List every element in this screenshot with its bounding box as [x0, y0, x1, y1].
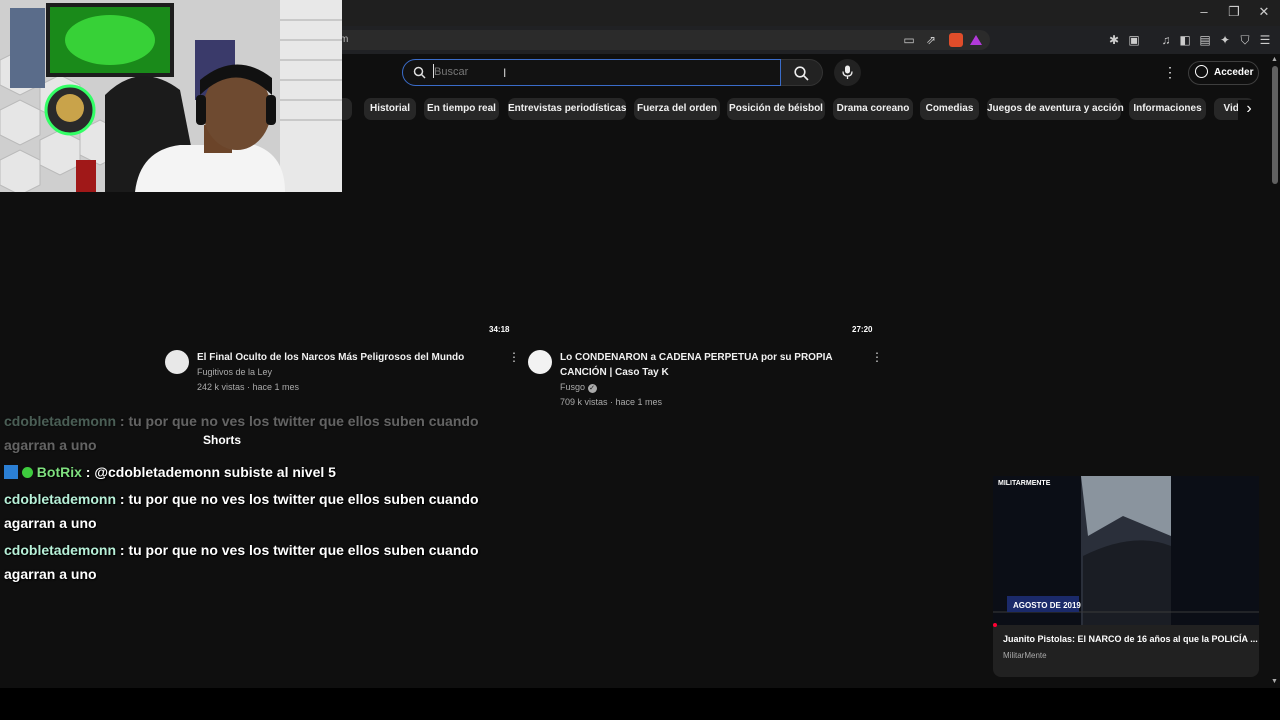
video-title[interactable]: El Final Oculto de los Narcos Más Peligr… — [197, 350, 464, 365]
brave-shield-icon[interactable] — [949, 33, 963, 47]
search-button[interactable] — [781, 59, 823, 86]
video-channel[interactable]: Fugitivos de la Ley — [197, 365, 272, 380]
video-channel[interactable]: Fusgo ✓ — [560, 380, 597, 395]
video-meta: 709 k vistas · hace 1 mes — [560, 397, 663, 407]
video-meta: 242 k vistas · hace 1 mes — [197, 382, 300, 392]
chip-posicion-beisbol[interactable]: Posición de béisbol — [727, 98, 825, 120]
miniplayer-title[interactable]: Juanito Pistolas: El NARCO de 16 años al… — [1003, 634, 1258, 644]
chat-text: : tu por que no ves los twitter que ello… — [116, 542, 479, 558]
chat-username: cdobletademonn — [4, 491, 117, 507]
miniplayer-video[interactable]: MILITARMENTE AGOSTO DE 2019 — [993, 476, 1259, 627]
miniplayer-caption: AGOSTO DE 2019 — [1013, 601, 1081, 610]
chat-username: BotRix — [36, 464, 82, 480]
wallet-icon[interactable]: ▤ — [1197, 32, 1213, 48]
bottom-letterbox — [0, 688, 1280, 720]
chip-juegos-aventura[interactable]: Juegos de aventura y acción — [987, 98, 1124, 120]
chat-text-line2: agarran a uno — [4, 515, 97, 531]
ibeam-cursor-icon: I — [503, 66, 507, 80]
video-duration: 27:20 — [849, 324, 876, 335]
search-button-icon — [794, 66, 809, 81]
chip-entrevistas[interactable]: Entrevistas periodísticas — [508, 98, 626, 120]
channel-name: Fusgo — [560, 382, 586, 392]
cast-icon[interactable]: ▭ — [901, 32, 917, 48]
sign-in-button[interactable]: Acceder — [1188, 61, 1259, 85]
miniplayer-channel[interactable]: MilitarMente — [1003, 651, 1047, 660]
scrollbar-thumb[interactable] — [1272, 66, 1278, 184]
video-duration: 34:18 — [486, 324, 513, 335]
video-title[interactable]: Lo CONDENARON a CADENA PERPETUA por su P… — [560, 350, 833, 365]
verified-icon: ✓ — [587, 384, 597, 393]
chat-text: : tu por que no ves los twitter que ello… — [116, 413, 479, 429]
chip-comedias[interactable]: Comedias — [920, 98, 979, 120]
miniplayer-brand: MILITARMENTE — [998, 480, 1051, 487]
sign-in-label: Acceder — [1214, 67, 1254, 78]
video-title-line2[interactable]: CANCIÓN | Caso Tay K — [560, 365, 669, 380]
chat-text: : @cdobletademonn subiste al nivel 5 — [81, 464, 336, 480]
settings-kebab-icon[interactable]: ⋮ — [1163, 64, 1177, 81]
chip-drama-coreano[interactable]: Drama coreano — [833, 98, 913, 120]
vpn-icon[interactable]: ⛉ — [1237, 32, 1253, 48]
chat-text-line2: agarran a uno — [4, 566, 97, 582]
chat-text: : tu por que no ves los twitter que ello… — [116, 491, 479, 507]
search-icon — [413, 66, 426, 79]
scroll-up-icon[interactable]: ▲ — [1271, 56, 1278, 63]
chat-message: cdobletademonn : tu por que no ves los t… — [4, 487, 524, 535]
chip-historial[interactable]: Historial — [364, 98, 416, 120]
verified-badge-icon — [21, 467, 33, 478]
chip-fuerza-del-orden[interactable]: Fuerza del orden — [634, 98, 720, 120]
progress-dot-icon[interactable] — [993, 623, 997, 627]
music-icon[interactable]: ♫ — [1158, 32, 1174, 48]
restore-button[interactable]: ❐ — [1226, 4, 1242, 20]
share-icon[interactable]: ⇗ — [923, 32, 939, 48]
video-options-icon[interactable]: ⋮ — [871, 350, 883, 364]
chat-message: BotRix : @cdobletademonn subiste al nive… — [4, 460, 524, 484]
search-placeholder: Buscar — [434, 66, 469, 78]
chip-en-tiempo-real[interactable]: En tiempo real — [424, 98, 499, 120]
chat-username: cdobletademonn — [4, 413, 117, 429]
sidebar-icon[interactable]: ◧ — [1177, 32, 1193, 48]
close-button[interactable]: ✕ — [1256, 4, 1272, 20]
leo-ai-icon[interactable]: ✦ — [1217, 32, 1233, 48]
bot-badge-icon — [4, 465, 18, 479]
chat-message: cdobletademonn : tu por que no ves los t… — [4, 538, 524, 586]
address-bar[interactable]: m — [300, 30, 990, 50]
channel-avatar[interactable] — [165, 350, 189, 374]
minimize-button[interactable]: – — [1196, 4, 1212, 19]
chat-text-line2: agarran a uno — [4, 437, 97, 453]
channel-avatar[interactable] — [528, 350, 552, 374]
menu-icon[interactable]: ☰ — [1257, 32, 1273, 48]
extensions-icon[interactable]: ✱ — [1106, 32, 1122, 48]
brave-rewards-icon[interactable] — [970, 35, 982, 45]
streamer-webcam-image — [0, 0, 342, 192]
voice-search-button[interactable] — [834, 59, 861, 86]
category-chips: ts Historial En tiempo real Entrevistas … — [332, 98, 1252, 122]
chat-username: cdobletademonn — [4, 542, 117, 558]
chips-next-button[interactable]: › — [1238, 100, 1260, 120]
chip-informaciones[interactable]: Informaciones — [1129, 98, 1206, 120]
microphone-icon — [842, 65, 853, 79]
screenshot-icon[interactable]: ▣ — [1126, 32, 1142, 48]
webcam-overlay — [0, 0, 342, 192]
chat-message: cdobletademonn : tu por que no ves los t… — [4, 409, 524, 457]
scroll-down-icon[interactable]: ▼ — [1271, 678, 1278, 685]
video-options-icon[interactable]: ⋮ — [508, 350, 520, 364]
